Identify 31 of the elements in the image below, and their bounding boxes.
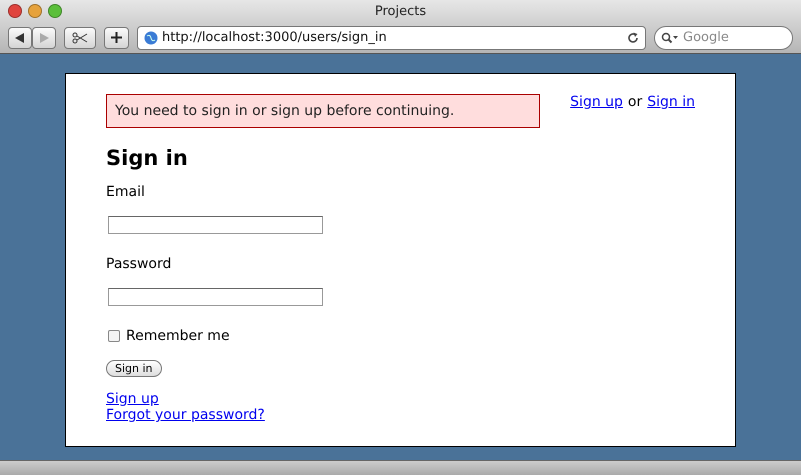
reload-icon[interactable] bbox=[627, 32, 639, 44]
field-label: Password bbox=[106, 256, 172, 272]
flash-message: You need to sign in or sign up before continuing. bbox=[106, 94, 540, 128]
scissors-icon bbox=[71, 32, 89, 44]
forward-button[interactable] bbox=[32, 26, 56, 48]
window-title: Projects bbox=[374, 4, 426, 18]
back-icon bbox=[15, 32, 25, 42]
page-heading: Sign in bbox=[106, 146, 189, 170]
snippet-button[interactable] bbox=[64, 26, 96, 48]
search-icon bbox=[661, 32, 679, 44]
add-bookmark-button[interactable] bbox=[104, 26, 129, 48]
plus-icon bbox=[111, 32, 122, 43]
globe-icon bbox=[144, 30, 158, 44]
forward-icon bbox=[39, 32, 49, 42]
close-icon[interactable] bbox=[8, 4, 22, 18]
back-button[interactable] bbox=[8, 26, 32, 48]
search-field[interactable]: Google bbox=[654, 26, 793, 50]
sign-in-button[interactable]: Sign in bbox=[106, 360, 162, 377]
sign-in-link[interactable]: Sign in bbox=[647, 94, 695, 110]
footer-link[interactable]: Forgot your password? bbox=[106, 407, 695, 423]
separator-text: or bbox=[628, 94, 642, 110]
checkbox-label: Remember me bbox=[126, 328, 230, 344]
checkbox[interactable] bbox=[108, 330, 120, 342]
address-field[interactable]: http://localhost:3000/users/sign_in bbox=[137, 26, 646, 50]
input-field[interactable] bbox=[108, 288, 323, 306]
minimize-icon[interactable] bbox=[28, 4, 42, 18]
input-field[interactable] bbox=[108, 216, 323, 234]
zoom-icon[interactable] bbox=[48, 4, 62, 18]
field-label: Email bbox=[106, 184, 146, 200]
footer-link[interactable]: Sign up bbox=[106, 391, 695, 407]
sign-up-link[interactable]: Sign up bbox=[570, 94, 623, 110]
